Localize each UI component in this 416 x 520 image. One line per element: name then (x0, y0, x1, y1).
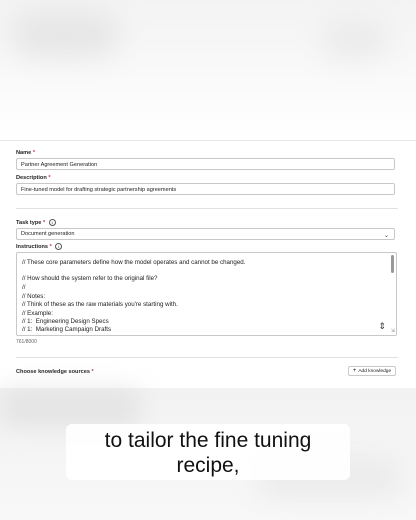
description-label: Description * (16, 175, 51, 181)
blur-shape (0, 388, 140, 428)
task-type-selected-value: Document generation (21, 231, 75, 237)
fine-tune-form: Name * Partner Agreement Generation Desc… (0, 140, 416, 389)
instructions-line: // Think of these as the raw materials y… (22, 301, 178, 308)
blur-shape (320, 20, 390, 60)
chevron-down-icon: ⌄ (383, 233, 389, 239)
instructions-line: // (22, 284, 26, 291)
blurred-background-top (0, 0, 416, 140)
required-mark: * (48, 175, 51, 181)
blur-shape (10, 12, 120, 58)
instructions-line: // These core parameters define how the … (22, 259, 246, 266)
caption-line: recipe, (176, 454, 240, 477)
add-knowledge-label: Add knowledge (358, 369, 392, 374)
instructions-line: // Example: (22, 310, 53, 317)
instructions-line: // 1: Marketing Campaign Drafts (22, 326, 112, 333)
add-knowledge-button[interactable]: + Add knowledge (348, 366, 396, 376)
required-mark: * (91, 369, 94, 375)
video-caption: to tailor the fine tuning recipe, (66, 424, 350, 480)
name-label: Name * (16, 150, 35, 156)
required-mark: * (49, 243, 52, 250)
task-type-label: Task type * i (16, 219, 56, 226)
divider (16, 357, 398, 358)
description-field[interactable]: Fine-tuned model for drafting strategic … (16, 183, 395, 195)
name-field[interactable]: Partner Agreement Generation (16, 158, 395, 170)
textarea-scrollbar[interactable] (391, 255, 394, 273)
task-type-select[interactable]: Document generation ⌄ (16, 228, 395, 240)
info-icon[interactable]: i (55, 243, 63, 250)
resize-icon[interactable]: ⇕ (378, 321, 386, 332)
character-counter: 761/8000 (16, 339, 37, 345)
description-field-value: Fine-tuned model for drafting strategic … (21, 187, 177, 193)
instructions-label-text: Instructions (16, 243, 49, 250)
instructions-label: Instructions * i (16, 243, 63, 250)
plus-icon: + (352, 368, 357, 374)
divider (16, 208, 398, 209)
info-icon[interactable]: i (48, 219, 56, 226)
name-field-value: Partner Agreement Generation (21, 162, 98, 168)
instructions-line: // 1: Engineering Design Specs (22, 318, 109, 325)
name-label-text: Name (16, 150, 32, 156)
resize-grip-icon[interactable]: ⇲ (391, 328, 395, 334)
instructions-textarea[interactable]: // These core parameters define how the … (16, 252, 397, 336)
knowledge-sources-label: Choose knowledge sources * (16, 369, 94, 375)
caption-line: to tailor the fine tuning (104, 429, 312, 452)
knowledge-sources-label-text: Choose knowledge sources (16, 369, 90, 375)
instructions-line: // How should the system refer to the or… (22, 275, 158, 282)
instructions-line: // Notes: (22, 293, 46, 300)
description-label-text: Description (16, 175, 47, 181)
required-mark: * (42, 219, 46, 226)
required-mark: * (32, 150, 35, 156)
task-type-label-text: Task type (16, 219, 42, 226)
